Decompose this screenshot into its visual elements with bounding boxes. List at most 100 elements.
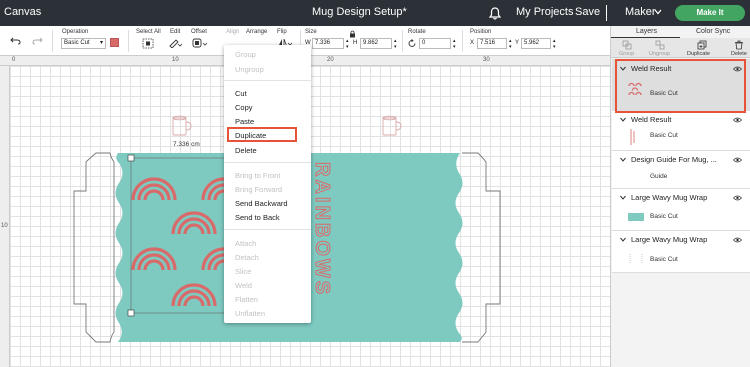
operation-value: Basic Cut bbox=[64, 40, 90, 46]
tab-color-sync[interactable]: Color Sync bbox=[696, 28, 730, 35]
layer-operation: Guide bbox=[650, 173, 668, 180]
offset-icon[interactable] bbox=[192, 38, 208, 48]
arrange-label: Arrange bbox=[246, 29, 268, 35]
lock-icon[interactable] bbox=[349, 30, 356, 38]
chevron-down-icon[interactable] bbox=[620, 237, 626, 242]
layer-group[interactable]: Large Wavy Mug Wrap Basic Cut bbox=[612, 189, 750, 231]
layer-operation: Basic Cut bbox=[650, 132, 678, 139]
machine-select[interactable]: Maker bbox=[625, 6, 656, 18]
trash-icon[interactable] bbox=[734, 40, 744, 50]
top-bar: Canvas Mug Design Setup* My Projects Sav… bbox=[0, 0, 750, 26]
menu-item-delete[interactable]: Delete bbox=[235, 146, 257, 155]
ungroup-icon[interactable] bbox=[655, 40, 665, 50]
menu-item-copy[interactable]: Copy bbox=[235, 103, 253, 112]
delete-action[interactable]: Delete bbox=[731, 51, 747, 57]
menu-item-send-backward[interactable]: Send Backward bbox=[235, 199, 288, 208]
layer-title: Weld Result bbox=[631, 115, 672, 124]
menu-item-slice[interactable]: Slice bbox=[235, 267, 251, 276]
pencil-icon[interactable] bbox=[168, 38, 182, 48]
chevron-down-icon: ▾ bbox=[99, 40, 103, 46]
layer-actions-bar: Group Ungroup Duplicate Delete bbox=[611, 38, 750, 58]
select-all-label: Select All bbox=[136, 29, 161, 35]
rotate-icon bbox=[408, 39, 416, 47]
rotate-input[interactable]: 0 bbox=[419, 38, 451, 49]
ungroup-action[interactable]: Ungroup bbox=[649, 51, 670, 57]
menu-item-group[interactable]: Group bbox=[235, 50, 256, 59]
menu-item-bring-to-front[interactable]: Bring to Front bbox=[235, 171, 280, 180]
tab-layers[interactable]: Layers bbox=[636, 28, 657, 35]
layer-group[interactable]: Large Wavy Mug Wrap Basic Cut bbox=[612, 231, 750, 273]
layer-group[interactable]: Weld Result Basic Cut bbox=[612, 111, 750, 151]
operation-color-swatch[interactable] bbox=[110, 38, 119, 47]
dimension-label: 7.336 cm bbox=[173, 141, 200, 148]
ruler-number: 10 bbox=[172, 57, 179, 63]
layer-title: Large Wavy Mug Wrap bbox=[631, 235, 708, 244]
height-stepper[interactable]: ▴ ▾ bbox=[394, 38, 397, 50]
operation-select[interactable]: Basic Cut ▾ bbox=[61, 38, 106, 49]
menu-item-ungroup[interactable]: Ungroup bbox=[235, 65, 264, 74]
menu-item-detach[interactable]: Detach bbox=[235, 253, 259, 262]
y-position-input[interactable]: 5.962 bbox=[521, 38, 551, 49]
eye-icon[interactable] bbox=[733, 237, 742, 243]
selection-handle bbox=[127, 154, 135, 162]
select-all-icon[interactable] bbox=[142, 38, 154, 49]
h-label: H bbox=[353, 40, 358, 46]
layer-title: Large Wavy Mug Wrap bbox=[631, 193, 708, 202]
menu-item-flatten[interactable]: Flatten bbox=[235, 295, 258, 304]
chevron-down-icon[interactable] bbox=[620, 157, 626, 162]
layer-title: Design Guide For Mug, ... bbox=[631, 155, 717, 164]
layer-thumbnail bbox=[630, 129, 635, 145]
rotate-stepper[interactable]: ▴ ▾ bbox=[453, 38, 456, 50]
duplicate-action[interactable]: Duplicate bbox=[687, 51, 710, 57]
chevron-down-icon[interactable] bbox=[620, 195, 626, 200]
size-label: Size bbox=[305, 29, 317, 35]
x-position-input[interactable]: 7.516 bbox=[477, 38, 507, 49]
menu-divider bbox=[224, 80, 311, 81]
wavy-mug-wrap-outline bbox=[462, 152, 501, 343]
rotate-label: Rotate bbox=[408, 29, 426, 35]
layer-thumbnail bbox=[628, 213, 644, 221]
canvas-label: Canvas bbox=[4, 6, 42, 18]
group-action[interactable]: Group bbox=[619, 51, 634, 57]
height-input[interactable]: 9.862 bbox=[360, 38, 392, 49]
duplicate-icon[interactable] bbox=[697, 40, 707, 50]
eye-icon[interactable] bbox=[733, 195, 742, 201]
menu-item-paste[interactable]: Paste bbox=[235, 117, 254, 126]
width-stepper[interactable]: ▴ ▾ bbox=[346, 38, 349, 50]
menu-item-attach[interactable]: Attach bbox=[235, 239, 256, 248]
chevron-down-icon[interactable] bbox=[620, 117, 626, 122]
position-label: Position bbox=[470, 29, 492, 35]
project-title[interactable]: Mug Design Setup* bbox=[312, 6, 407, 18]
eye-icon[interactable] bbox=[733, 117, 742, 123]
x-stepper[interactable]: ▴ ▾ bbox=[509, 38, 512, 50]
save-button[interactable]: Save bbox=[575, 6, 600, 18]
left-ruler: 10 bbox=[0, 66, 10, 367]
layer-group[interactable]: Design Guide For Mug, ... Guide bbox=[612, 151, 750, 189]
offset-label: Offset bbox=[191, 29, 207, 35]
align-label: Align bbox=[226, 29, 240, 35]
menu-item-unflatten[interactable]: Unflatten bbox=[235, 309, 265, 318]
menu-item-bring-forward[interactable]: Bring Forward bbox=[235, 185, 282, 194]
menu-item-weld[interactable]: Weld bbox=[235, 281, 252, 290]
chevron-down-icon[interactable] bbox=[654, 9, 662, 15]
bell-icon[interactable] bbox=[489, 7, 501, 20]
weld-result-highlight bbox=[615, 59, 746, 113]
layer-operation: Basic Cut bbox=[650, 213, 678, 220]
operation-label: Operation bbox=[62, 29, 89, 35]
my-projects-link[interactable]: My Projects bbox=[516, 6, 573, 18]
ruler-number: 30 bbox=[483, 57, 490, 63]
menu-item-send-to-back[interactable]: Send to Back bbox=[235, 213, 280, 222]
redo-icon[interactable] bbox=[32, 36, 43, 45]
group-icon[interactable] bbox=[622, 40, 632, 50]
ruler-number: 20 bbox=[327, 57, 334, 63]
context-menu: Group Ungroup Cut Copy Paste Duplicate D… bbox=[224, 45, 311, 323]
width-input[interactable]: 7.336 bbox=[312, 38, 344, 49]
separator bbox=[606, 5, 607, 21]
layer-operation: Basic Cut bbox=[650, 256, 678, 263]
undo-icon[interactable] bbox=[10, 36, 21, 45]
make-it-button[interactable]: Make It bbox=[675, 5, 745, 21]
duplicate-highlight bbox=[227, 127, 297, 142]
y-stepper[interactable]: ▴ ▾ bbox=[553, 38, 556, 50]
eye-icon[interactable] bbox=[733, 157, 742, 163]
menu-item-cut[interactable]: Cut bbox=[235, 89, 247, 98]
